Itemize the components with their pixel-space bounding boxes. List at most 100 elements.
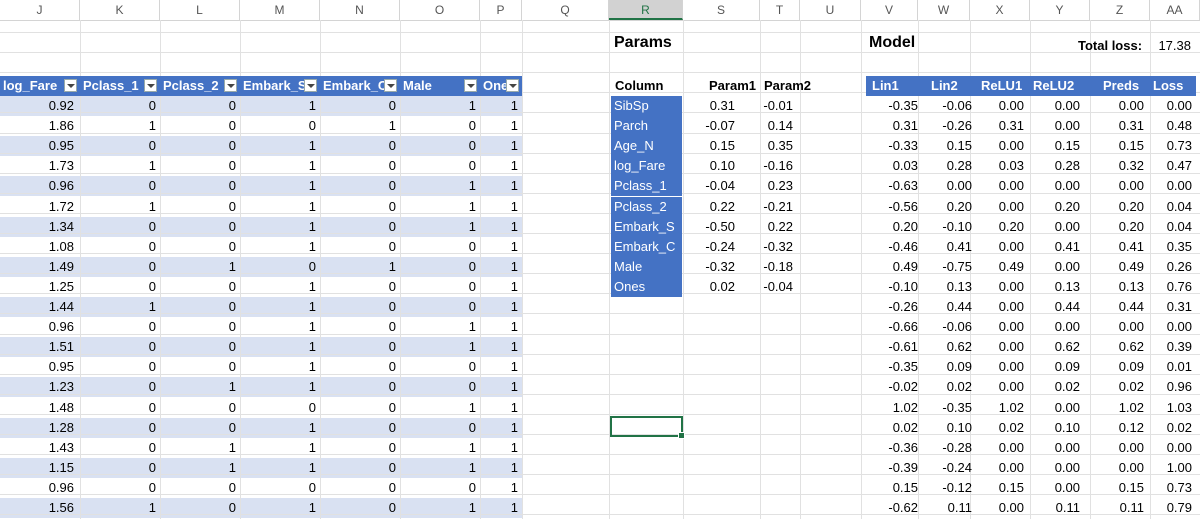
table-cell[interactable]: 0	[320, 197, 400, 217]
table-cell[interactable]: 0	[160, 297, 240, 317]
table-cell[interactable]: 1.34	[0, 217, 78, 237]
table-cell[interactable]: 0	[400, 297, 480, 317]
model-cell[interactable]: 0.49	[1084, 257, 1148, 277]
table-cell[interactable]: 1	[480, 478, 522, 498]
table-cell[interactable]: 1	[400, 176, 480, 196]
column-header-Z[interactable]: Z	[1090, 0, 1150, 20]
column-header-V[interactable]: V	[861, 0, 918, 20]
model-cell[interactable]: -0.35	[922, 398, 976, 418]
table-cell[interactable]: 0	[320, 478, 400, 498]
model-cell[interactable]: 0.32	[1084, 156, 1148, 176]
model-header-Preds[interactable]: Preds	[1100, 76, 1150, 96]
filter-dropdown-icon[interactable]	[464, 79, 477, 92]
table-cell[interactable]: 1.72	[0, 197, 78, 217]
table-cell[interactable]: 1	[80, 498, 160, 518]
table-cell[interactable]: 0	[80, 357, 160, 377]
table-cell[interactable]: 1	[240, 498, 320, 518]
table-cell[interactable]: 1	[240, 237, 320, 257]
model-cell[interactable]: 0.00	[976, 176, 1028, 196]
column-header-Y[interactable]: Y	[1030, 0, 1090, 20]
params-column-name[interactable]: SibSp	[611, 96, 682, 116]
model-cell[interactable]: 1.00	[1148, 458, 1196, 478]
model-cell[interactable]: 0.44	[1084, 297, 1148, 317]
table-cell[interactable]: 1	[240, 458, 320, 478]
model-cell[interactable]: 0.47	[1148, 156, 1196, 176]
model-cell[interactable]: 0.00	[976, 438, 1028, 458]
table-cell[interactable]: 1.56	[0, 498, 78, 518]
model-cell[interactable]: 0.13	[922, 277, 976, 297]
model-cell[interactable]: 0.44	[922, 297, 976, 317]
model-cell[interactable]: 0.02	[1148, 418, 1196, 438]
table-cell[interactable]: 1.48	[0, 398, 78, 418]
table-cell[interactable]: 1.86	[0, 116, 78, 136]
table-cell[interactable]: 1	[160, 377, 240, 397]
table-cell[interactable]: 0	[80, 377, 160, 397]
model-cell[interactable]: 0.10	[1028, 418, 1084, 438]
model-cell[interactable]: -0.02	[866, 377, 922, 397]
table-cell[interactable]: 1	[240, 418, 320, 438]
table-cell[interactable]: 0	[160, 116, 240, 136]
table-cell[interactable]: 1	[480, 176, 522, 196]
model-cell[interactable]: 0.39	[1148, 337, 1196, 357]
table-cell[interactable]: 1	[80, 197, 160, 217]
model-cell[interactable]: 0.15	[1084, 478, 1148, 498]
filter-dropdown-icon[interactable]	[64, 79, 77, 92]
model-cell[interactable]: 0.00	[976, 197, 1028, 217]
params-param1-value[interactable]: 0.10	[683, 156, 739, 176]
table-cell[interactable]: 1.15	[0, 458, 78, 478]
table-cell[interactable]: 0	[400, 257, 480, 277]
model-cell[interactable]: 0.31	[866, 116, 922, 136]
table-cell[interactable]: 1	[480, 297, 522, 317]
model-cell[interactable]: 1.02	[866, 398, 922, 418]
model-cell[interactable]: 0.15	[922, 136, 976, 156]
table-cell[interactable]: 1	[240, 176, 320, 196]
params-param2-value[interactable]: 0.35	[739, 136, 797, 156]
table-cell[interactable]: 0	[320, 237, 400, 257]
table-cell[interactable]: 0	[400, 136, 480, 156]
table-cell[interactable]: 0	[320, 438, 400, 458]
column-header-L[interactable]: L	[160, 0, 240, 20]
table-cell[interactable]: 0	[400, 377, 480, 397]
model-cell[interactable]: 0.26	[1148, 257, 1196, 277]
model-cell[interactable]: -0.66	[866, 317, 922, 337]
model-cell[interactable]: 0.00	[1028, 176, 1084, 196]
table-cell[interactable]: 0	[400, 277, 480, 297]
model-cell[interactable]: 0.00	[1148, 176, 1196, 196]
params-param2-value[interactable]: -0.21	[739, 197, 797, 217]
model-cell[interactable]: 0.00	[1084, 317, 1148, 337]
model-cell[interactable]: -0.63	[866, 176, 922, 196]
model-cell[interactable]: 0.62	[1084, 337, 1148, 357]
model-cell[interactable]: 0.03	[976, 156, 1028, 176]
table-cell[interactable]: 0.95	[0, 136, 78, 156]
model-cell[interactable]: 1.02	[1084, 398, 1148, 418]
model-cell[interactable]: 0.00	[1084, 458, 1148, 478]
table-cell[interactable]: 1	[240, 438, 320, 458]
table-cell[interactable]: 1	[240, 297, 320, 317]
table-cell[interactable]: 0.95	[0, 357, 78, 377]
params-column-name[interactable]: Embark_C	[611, 236, 682, 257]
model-cell[interactable]: 0.00	[976, 96, 1028, 116]
model-cell[interactable]: 0.00	[1148, 96, 1196, 116]
model-header-Lin1[interactable]: Lin1	[869, 76, 921, 96]
model-cell[interactable]: 0.20	[1084, 217, 1148, 237]
table-cell[interactable]: 1	[160, 458, 240, 478]
model-cell[interactable]: 0.00	[1084, 96, 1148, 116]
table-cell[interactable]: 0	[400, 237, 480, 257]
model-cell[interactable]: 0.02	[1084, 377, 1148, 397]
table-cell[interactable]: 1	[480, 156, 522, 176]
table-cell[interactable]: 0	[80, 136, 160, 156]
model-cell[interactable]: 0.20	[1028, 197, 1084, 217]
column-header-O[interactable]: O	[400, 0, 480, 20]
model-cell[interactable]: 0.62	[922, 337, 976, 357]
model-cell[interactable]: 0.20	[976, 217, 1028, 237]
table-cell[interactable]: 0	[400, 116, 480, 136]
total-loss-value[interactable]: 17.38	[1150, 36, 1195, 56]
model-cell[interactable]: 0.20	[1084, 197, 1148, 217]
table-cell[interactable]: 0	[240, 257, 320, 277]
model-cell[interactable]: 0.09	[922, 357, 976, 377]
table-cell[interactable]: 0	[80, 398, 160, 418]
params-param2-value[interactable]: -0.01	[739, 96, 797, 116]
table-cell[interactable]: 1	[480, 136, 522, 156]
params-param2-value[interactable]: -0.18	[739, 257, 797, 277]
filter-dropdown-icon[interactable]	[506, 79, 519, 92]
